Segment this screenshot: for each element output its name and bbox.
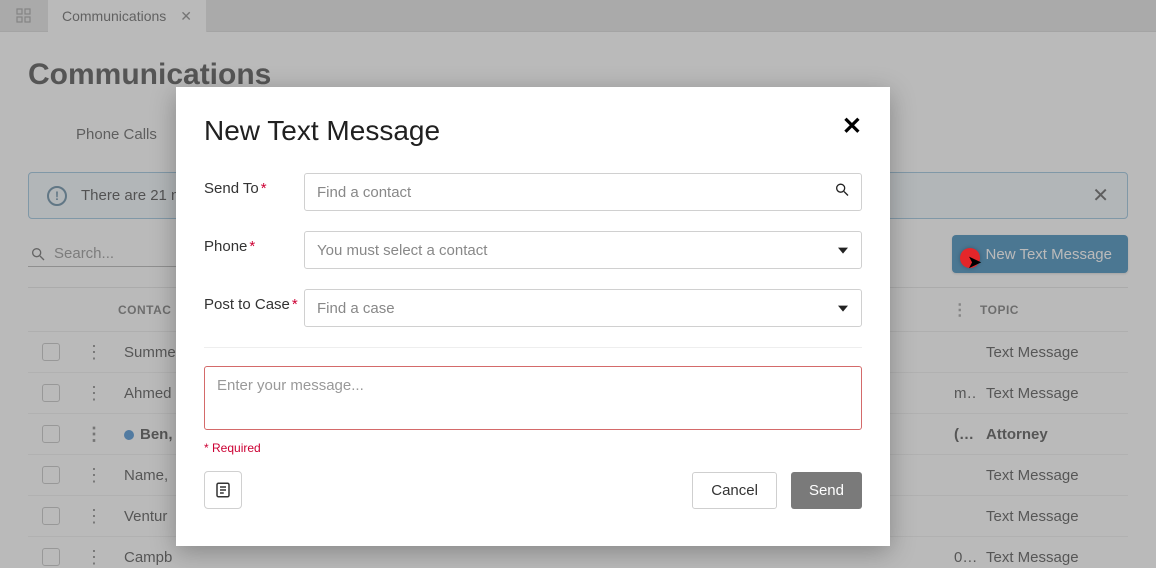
case-select[interactable] (304, 289, 862, 327)
template-button[interactable] (204, 471, 242, 509)
required-note: * Required (204, 441, 862, 455)
divider (204, 347, 862, 348)
cancel-button[interactable]: Cancel (692, 472, 777, 509)
new-text-message-modal: New Text Message ✕ Send To* Phone* (176, 87, 890, 546)
send-to-label: Send To* (204, 173, 304, 197)
message-textarea[interactable] (204, 366, 862, 430)
modal-title: New Text Message (204, 115, 440, 147)
search-icon[interactable] (834, 182, 850, 203)
send-to-input[interactable] (304, 173, 862, 211)
chevron-down-icon[interactable] (838, 306, 848, 312)
cursor-indicator (960, 248, 980, 268)
send-button[interactable]: Send (791, 472, 862, 509)
phone-label: Phone* (204, 231, 304, 255)
phone-select[interactable] (304, 231, 862, 269)
case-label: Post to Case* (204, 289, 304, 313)
chevron-down-icon[interactable] (838, 248, 848, 254)
close-icon[interactable]: ✕ (842, 115, 862, 139)
document-icon (214, 481, 232, 499)
